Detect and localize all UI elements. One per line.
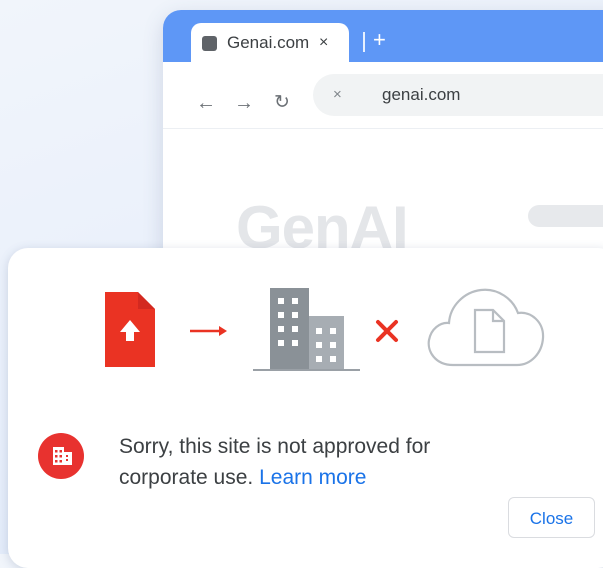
tab-separator (363, 32, 365, 52)
block-dialog: Sorry, this site is not approved for cor… (8, 248, 603, 568)
clear-url-icon[interactable]: × (333, 86, 342, 103)
search-field-placeholder (528, 205, 603, 227)
building-icon (53, 447, 72, 465)
favicon-icon (202, 36, 217, 51)
new-tab-button[interactable]: + (373, 27, 386, 53)
block-message: Sorry, this site is not approved for cor… (119, 431, 519, 493)
browser-tab[interactable]: Genai.com × (191, 23, 349, 62)
url-text[interactable]: genai.com (382, 85, 460, 105)
tab-strip: Genai.com × + (163, 10, 603, 62)
close-button[interactable]: Close (508, 497, 595, 538)
browser-toolbar: ← → ↻ × genai.com (163, 62, 603, 129)
learn-more-link[interactable]: Learn more (259, 466, 366, 489)
reload-button[interactable]: ↻ (274, 93, 290, 113)
file-upload-icon (105, 292, 155, 367)
address-bar[interactable]: × genai.com (313, 74, 603, 116)
blocked-x-icon (376, 320, 398, 342)
back-button[interactable]: ← (196, 93, 216, 113)
cloud-document-icon (427, 288, 545, 367)
tab-close-icon[interactable]: × (319, 33, 328, 53)
arrow-right-icon (190, 326, 227, 336)
office-building-icon (253, 288, 360, 371)
building-badge (38, 433, 84, 479)
illustration (105, 288, 545, 371)
forward-button[interactable]: → (234, 93, 254, 113)
tab-title: Genai.com (227, 33, 310, 52)
